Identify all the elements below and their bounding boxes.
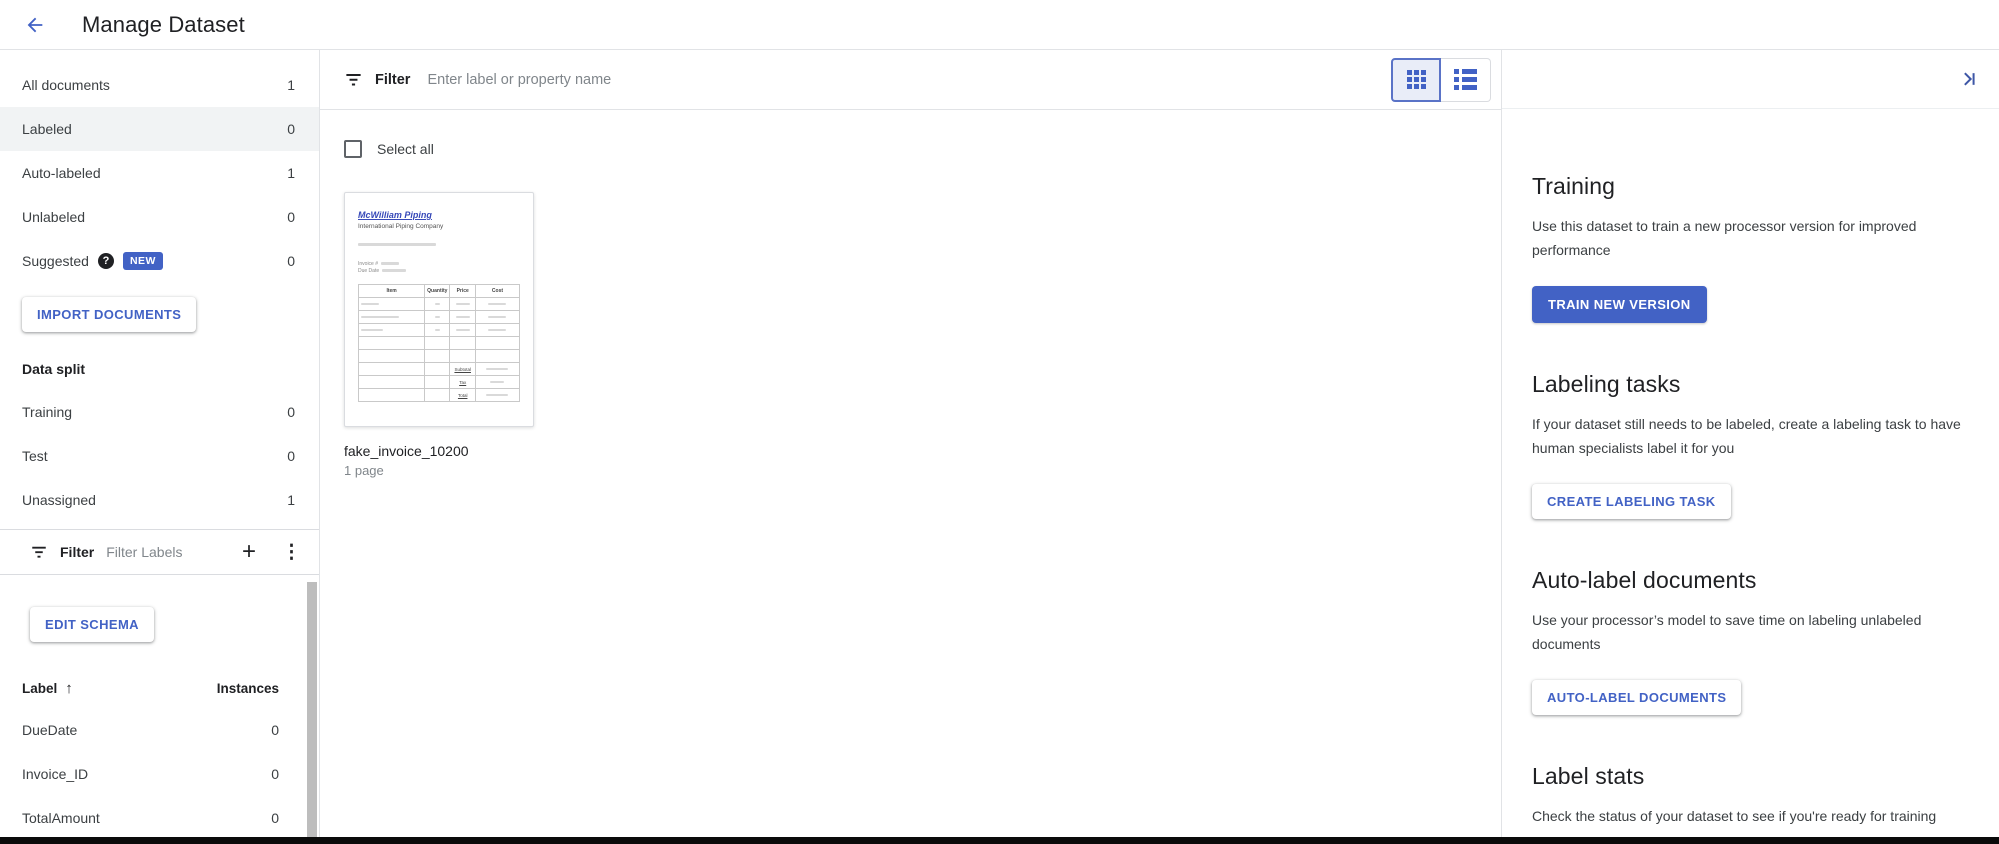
label-filter-bar: Filter + ⋮ (0, 529, 319, 575)
document-filter-list: All documents 1 Labeled 0 Auto-labeled 1… (0, 50, 319, 283)
sidebar-item-all-documents[interactable]: All documents 1 (0, 63, 319, 107)
schema-label: Invoice_ID (22, 766, 88, 782)
data-split-list: Training 0 Test 0 Unassigned 1 (0, 390, 319, 522)
more-vert-icon[interactable]: ⋮ (282, 543, 301, 562)
sidebar-item-count: 0 (287, 121, 295, 137)
section-description: Use your processor’s model to save time … (1532, 608, 1969, 656)
filter-icon (30, 543, 48, 561)
sidebar-item-count: 1 (287, 165, 295, 181)
schema-instances: 0 (271, 810, 279, 826)
label-stats-section: Label stats Check the status of your dat… (1532, 763, 1969, 828)
document-name: fake_invoice_10200 (344, 443, 1477, 459)
grid-view-icon (1407, 70, 1426, 89)
label-filter-label: Filter (60, 544, 94, 560)
column-instances[interactable]: Instances (217, 681, 279, 696)
data-split-title: Data split (0, 358, 319, 380)
documents-main-area: Filter Select all (320, 50, 1502, 837)
schema-label: DueDate (22, 722, 77, 738)
grid-view-button[interactable] (1391, 58, 1441, 102)
sidebar-item-count: 0 (287, 209, 295, 225)
schema-instances: 0 (271, 722, 279, 738)
documents-filter-label: Filter (375, 72, 410, 88)
invoice-preview-table: Item Quantity Price Cost Subtotal Tax To… (358, 284, 520, 402)
sidebar-item-count: 0 (287, 404, 295, 420)
schema-section: EDIT SCHEMA Label ↑ Instances DueDate 0 … (0, 607, 319, 837)
sidebar-item-test[interactable]: Test 0 (0, 434, 319, 478)
sort-ascending-icon[interactable]: ↑ (65, 680, 73, 697)
sidebar-item-label: Auto-labeled (22, 165, 101, 181)
sidebar-item-labeled[interactable]: Labeled 0 (0, 107, 319, 151)
sidebar-item-unlabeled[interactable]: Unlabeled 0 (0, 195, 319, 239)
sidebar-item-training[interactable]: Training 0 (0, 390, 319, 434)
manage-dataset-page: Manage Dataset All documents 1 Labeled 0… (0, 0, 1999, 844)
sidebar-item-label: Unassigned (22, 492, 96, 508)
schema-instances: 0 (271, 766, 279, 782)
invoice-preview-subtitle: International Piping Company (358, 223, 520, 230)
sidebar-item-unassigned[interactable]: Unassigned 1 (0, 478, 319, 522)
schema-label: TotalAmount (22, 810, 100, 826)
sidebar-item-label: All documents (22, 77, 110, 93)
select-all-control[interactable]: Select all (344, 140, 1477, 158)
help-icon[interactable]: ? (98, 253, 114, 269)
invoice-preview-title: McWilliam Piping (358, 210, 520, 220)
sidebar-item-label: Training (22, 404, 72, 420)
select-all-checkbox[interactable] (344, 140, 362, 158)
section-title: Auto-label documents (1532, 567, 1969, 594)
page-title: Manage Dataset (82, 12, 245, 38)
sidebar-item-label: Test (22, 448, 48, 464)
schema-table-header: Label ↑ Instances (0, 668, 319, 708)
filter-icon (344, 70, 363, 89)
document-thumbnail[interactable]: McWilliam Piping International Piping Co… (344, 192, 534, 427)
section-title: Label stats (1532, 763, 1969, 790)
add-label-icon[interactable]: + (242, 540, 256, 564)
back-arrow-icon[interactable] (24, 13, 48, 37)
sidebar-item-count: 0 (287, 448, 295, 464)
sidebar-item-suggested[interactable]: Suggested ? NEW 0 (0, 239, 319, 283)
create-labeling-task-button[interactable]: CREATE LABELING TASK (1532, 484, 1731, 519)
sidebar-item-label: Suggested (22, 253, 89, 269)
list-view-icon (1454, 69, 1477, 90)
label-filter-input[interactable] (106, 544, 216, 560)
top-header: Manage Dataset (0, 0, 1999, 50)
document-page-count: 1 page (344, 463, 1477, 478)
actions-panel: Training Use this dataset to train a new… (1502, 50, 1999, 837)
labeling-tasks-section: Labeling tasks If your dataset still nee… (1532, 371, 1969, 567)
actions-panel-header (1502, 50, 1999, 109)
auto-label-documents-button[interactable]: AUTO-LABEL DOCUMENTS (1532, 680, 1741, 715)
screen-bottom-edge (0, 837, 1999, 844)
section-description: Check the status of your dataset to see … (1532, 804, 1969, 828)
sidebar-scrollbar[interactable] (307, 582, 317, 837)
schema-row-duedate[interactable]: DueDate 0 (0, 708, 319, 752)
train-new-version-button[interactable]: TRAIN NEW VERSION (1532, 286, 1707, 323)
training-section: Training Use this dataset to train a new… (1532, 173, 1969, 371)
documents-filter-bar: Filter (320, 50, 1501, 110)
edit-schema-button[interactable]: EDIT SCHEMA (30, 607, 154, 642)
section-title: Labeling tasks (1532, 371, 1969, 398)
sidebar-item-auto-labeled[interactable]: Auto-labeled 1 (0, 151, 319, 195)
schema-row-invoice-id[interactable]: Invoice_ID 0 (0, 752, 319, 796)
sidebar-item-label: Unlabeled (22, 209, 85, 225)
sidebar-item-label: Labeled (22, 121, 72, 137)
section-title: Training (1532, 173, 1969, 200)
view-toggle (1391, 58, 1491, 102)
column-label[interactable]: Label (22, 681, 57, 696)
sidebar-item-count: 1 (287, 492, 295, 508)
sidebar-item-count: 1 (287, 77, 295, 93)
schema-row-totalamount[interactable]: TotalAmount 0 (0, 796, 319, 837)
list-view-button[interactable] (1441, 58, 1491, 102)
sidebar-item-count: 0 (287, 253, 295, 269)
section-description: If your dataset still needs to be labele… (1532, 412, 1969, 460)
documents-filter-input[interactable] (427, 72, 1391, 88)
new-badge: NEW (123, 252, 163, 270)
select-all-label: Select all (377, 141, 434, 157)
section-description: Use this dataset to train a new processo… (1532, 214, 1969, 262)
import-documents-button[interactable]: IMPORT DOCUMENTS (22, 297, 196, 332)
dataset-sidebar: All documents 1 Labeled 0 Auto-labeled 1… (0, 50, 320, 837)
collapse-panel-icon[interactable] (1957, 67, 1981, 91)
auto-label-section: Auto-label documents Use your processor’… (1532, 567, 1969, 763)
